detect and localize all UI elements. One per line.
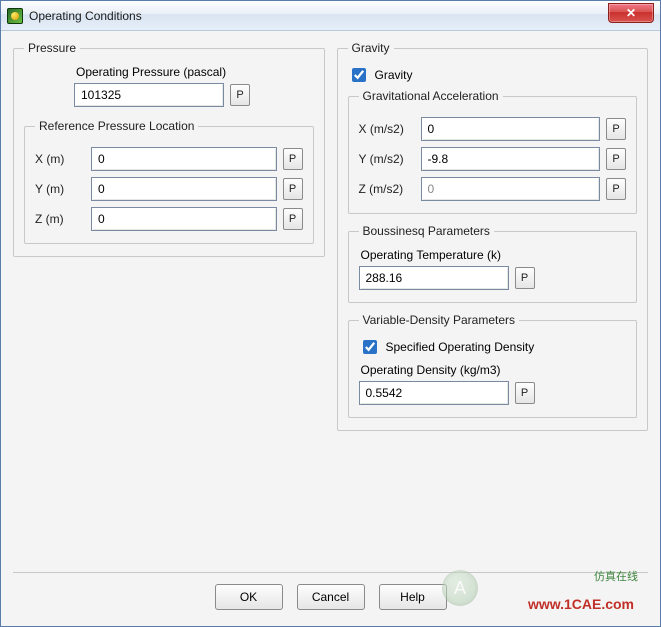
spec-density-checkbox-row: Specified Operating Density [359,337,627,357]
help-button[interactable]: Help [379,584,447,610]
pressure-group: Pressure Operating Pressure (pascal) P R… [13,41,325,257]
ref-x-label: X (m) [35,152,85,166]
ref-z-row: Z (m) P [35,207,303,231]
grav-y-label: Y (m/s2) [359,152,415,166]
watermark-brand: 仿真在线 [594,570,638,584]
grav-x-label: X (m/s2) [359,122,415,136]
spec-density-checkbox-label: Specified Operating Density [386,340,535,354]
spec-density-checkbox[interactable] [363,340,377,354]
operating-density-input[interactable] [359,381,509,405]
operating-density-label: Operating Density (kg/m3) [361,363,501,377]
content-area: Pressure Operating Pressure (pascal) P R… [1,31,660,626]
ref-y-row: Y (m) P [35,177,303,201]
pressure-legend: Pressure [24,41,80,55]
p-button-temperature[interactable]: P [515,267,535,289]
operating-temperature-field: Operating Temperature (k) P [359,246,627,290]
gravity-checkbox-row: Gravity [348,65,638,85]
operating-density-field: Operating Density (kg/m3) P [359,361,627,405]
watermark-url: www.1CAE.com [528,596,634,612]
right-column: Gravity Gravity Gravitational Accelerati… [337,41,649,572]
boussinesq-group: Boussinesq Parameters Operating Temperat… [348,224,638,303]
watermark-logo: A [442,570,478,606]
ref-x-input[interactable] [91,147,277,171]
button-bar: OK Cancel Help A 仿真在线 www.1CAE.com [13,572,648,620]
ref-x-row: X (m) P [35,147,303,171]
gravity-checkbox-label: Gravity [375,68,413,82]
watermark-logo-letter: A [454,578,466,599]
grav-y-row: Y (m/s2) P [359,147,627,171]
operating-temperature-label: Operating Temperature (k) [361,248,502,262]
app-icon [7,8,23,24]
operating-pressure-input[interactable] [74,83,224,107]
ref-y-input[interactable] [91,177,277,201]
ref-y-label: Y (m) [35,182,85,196]
ref-pressure-location-group: Reference Pressure Location X (m) P Y (m… [24,119,314,244]
p-button-ref-y[interactable]: P [283,178,303,200]
operating-pressure-label: Operating Pressure (pascal) [76,65,226,79]
gravity-group: Gravity Gravity Gravitational Accelerati… [337,41,649,431]
p-button-density[interactable]: P [515,382,535,404]
p-button-grav-x[interactable]: P [606,118,626,140]
p-button-operating-pressure[interactable]: P [230,84,250,106]
grav-accel-legend: Gravitational Acceleration [359,89,503,103]
columns: Pressure Operating Pressure (pascal) P R… [13,41,648,572]
boussinesq-legend: Boussinesq Parameters [359,224,494,238]
variable-density-group: Variable-Density Parameters Specified Op… [348,313,638,418]
variable-density-legend: Variable-Density Parameters [359,313,520,327]
grav-x-input[interactable] [421,117,601,141]
left-column: Pressure Operating Pressure (pascal) P R… [13,41,325,572]
grav-x-row: X (m/s2) P [359,117,627,141]
operating-pressure-field: Operating Pressure (pascal) P [74,63,314,107]
grav-z-label: Z (m/s2) [359,182,415,196]
close-icon: ✕ [626,6,636,20]
gravity-checkbox[interactable] [352,68,366,82]
close-button[interactable]: ✕ [608,3,654,23]
gravity-legend: Gravity [348,41,394,55]
window-title: Operating Conditions [29,9,142,23]
grav-accel-group: Gravitational Acceleration X (m/s2) P Y … [348,89,638,214]
operating-temperature-input[interactable] [359,266,509,290]
cancel-button[interactable]: Cancel [297,584,365,610]
p-button-ref-x[interactable]: P [283,148,303,170]
ref-z-label: Z (m) [35,212,85,226]
ok-button[interactable]: OK [215,584,283,610]
titlebar: Operating Conditions ✕ [1,1,660,31]
p-button-grav-y[interactable]: P [606,148,626,170]
p-button-ref-z[interactable]: P [283,208,303,230]
grav-z-input[interactable] [421,177,601,201]
grav-y-input[interactable] [421,147,601,171]
ref-z-input[interactable] [91,207,277,231]
p-button-grav-z[interactable]: P [606,178,626,200]
dialog-window: Operating Conditions ✕ Pressure Operatin… [0,0,661,627]
grav-z-row: Z (m/s2) P [359,177,627,201]
ref-pressure-location-legend: Reference Pressure Location [35,119,198,133]
